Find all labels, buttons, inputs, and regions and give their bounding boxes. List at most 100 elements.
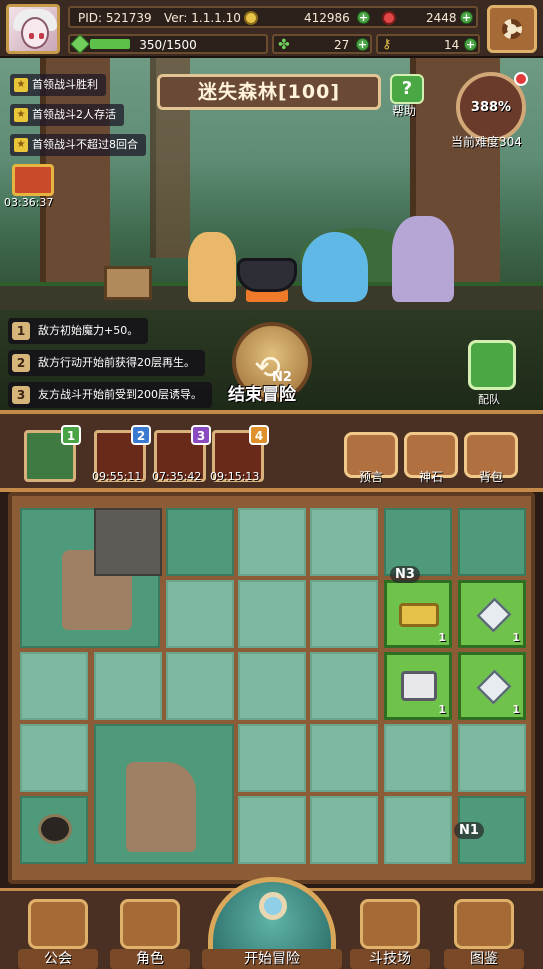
exp-bar: 350/1500 (68, 34, 268, 54)
objective-1: ★ 首领战斗胜利 (10, 74, 106, 96)
star-icon: ★ (14, 138, 28, 152)
cauldron (237, 258, 297, 292)
crystal-icon (476, 597, 512, 633)
grid-cell[interactable] (310, 580, 378, 648)
team-button[interactable] (468, 340, 516, 390)
gem-amount: 2448 (426, 11, 457, 25)
grid-cell-gold-item[interactable]: 1 (384, 580, 452, 648)
grid-cell[interactable] (20, 724, 88, 792)
grid-cell[interactable] (458, 508, 526, 576)
nav-guild-label: 公会 (18, 949, 98, 969)
backpack-label: 背包 (478, 470, 503, 484)
notification-dot (514, 72, 528, 86)
exp-text: 350/1500 (139, 38, 197, 52)
grid-cell[interactable] (238, 580, 306, 648)
slot-timer-4: 09:15:13 (210, 470, 260, 483)
info-strip: PID: 521739 Ver: 1.1.1.10 412986 + 2448 … (68, 6, 478, 28)
grid-cell-well[interactable] (20, 796, 88, 864)
tree-stump (126, 762, 196, 852)
star-icon: ★ (14, 108, 28, 122)
dungeon-toolbar: 1 2 09:55:11 3 07:35:42 4 09:15:13 预言 神石… (0, 410, 543, 492)
hero-bunny-mage (392, 216, 454, 302)
dungeon-slot-1[interactable]: 1 (24, 425, 81, 482)
grid-cell[interactable] (384, 796, 452, 864)
key-icon: ⚷ (382, 37, 392, 52)
grid-cell-gem-item[interactable]: 1 (458, 652, 526, 720)
grid-cell[interactable] (238, 796, 306, 864)
star-icon: ★ (14, 78, 28, 92)
grid-cell[interactable] (310, 724, 378, 792)
grid-cell[interactable] (458, 724, 526, 792)
hero-slime (302, 232, 368, 302)
grid-cell[interactable] (94, 652, 162, 720)
difficulty-percent: 388% (470, 100, 512, 115)
nav-character-button[interactable] (120, 899, 180, 949)
grid-cell[interactable] (384, 724, 452, 792)
slot-badge: 2 (131, 425, 151, 445)
slot-timer-3: 07:35:42 (152, 470, 202, 483)
slot-timer-2: 09:55:11 (92, 470, 142, 483)
top-status-bar: PID: 521739 Ver: 1.1.1.10 412986 + 2448 … (0, 0, 543, 58)
gold-coin-icon (244, 11, 258, 25)
add-gold-button[interactable]: + (357, 11, 370, 24)
grid-cell-gem-item[interactable]: 1 (458, 580, 526, 648)
grid-cell[interactable] (310, 796, 378, 864)
chest-timer: 03:36:37 (4, 196, 54, 209)
add-key-button[interactable]: + (464, 38, 477, 51)
dungeon-grid: 1 1 N3 1 1 N1 (8, 492, 535, 884)
objective-3: ★ 首领战斗不超过8回合 (10, 134, 146, 156)
nav-guild-button[interactable] (28, 899, 88, 949)
crystal-icon (476, 669, 512, 705)
modifier-panel: 1 敌方初始魔力+50。 2 敌方行动开始前获得20层再生。 3 友方战斗开始前… (0, 310, 543, 410)
grid-cell[interactable] (166, 580, 234, 648)
nav-arena-label: 斗技场 (350, 949, 430, 969)
stage-title: 迷失森林[100] (157, 74, 381, 110)
clover-strip: ✤ 27 + (272, 34, 372, 54)
hero-fox-girl (188, 232, 236, 302)
grid-cell[interactable] (20, 652, 88, 720)
nav-codex-label: 图鉴 (444, 949, 524, 969)
slot-badge: 1 (61, 425, 81, 445)
player-id: PID: 521739 (78, 11, 152, 25)
magnifier-icon (259, 892, 287, 920)
treasure-chest-icon[interactable] (12, 164, 54, 196)
help-button[interactable]: ? (390, 74, 424, 104)
prophecy-label: 预言 (358, 470, 383, 484)
nav-arena-button[interactable] (360, 899, 420, 949)
divine-stone-label: 神石 (418, 470, 443, 484)
add-clover-button[interactable]: + (356, 38, 369, 51)
help-label: 帮助 (392, 104, 417, 118)
grid-cell[interactable] (310, 508, 378, 576)
player-avatar[interactable] (6, 4, 60, 54)
grid-cell-stump-large[interactable] (94, 724, 234, 864)
gold-amount: 412986 (304, 11, 350, 25)
gold-bars-icon (399, 603, 439, 627)
gear-icon (502, 19, 522, 39)
slot-badge: 4 (249, 425, 269, 445)
difficulty-label: 当前难度304 (451, 135, 522, 149)
grid-cell-rock[interactable] (94, 508, 162, 576)
modifier-2: 2 敌方行动开始前获得20层再生。 (8, 350, 205, 376)
nav-character-label: 角色 (110, 949, 190, 969)
grid-cell[interactable] (166, 652, 234, 720)
grid-cell-chest-item[interactable]: 1 (384, 652, 452, 720)
grid-cell[interactable] (238, 652, 306, 720)
supply-crate (104, 266, 152, 300)
key-amount: 14 (444, 38, 460, 52)
grid-cell[interactable] (166, 508, 234, 576)
add-gem-button[interactable]: + (460, 11, 473, 24)
nav-codex-button[interactable] (454, 899, 514, 949)
grid-cell[interactable] (310, 652, 378, 720)
grid-cell[interactable] (238, 508, 306, 576)
start-adventure-label: 开始冒险 (202, 949, 342, 969)
tag-n3: N3 (390, 566, 420, 583)
settings-button[interactable] (487, 5, 537, 53)
bottom-nav: 公会 角色 开始冒险 斗技场 图鉴 (0, 877, 543, 969)
grid-cell[interactable] (238, 724, 306, 792)
version-label: Ver: 1.1.1.10 (164, 11, 241, 25)
difficulty-badge[interactable]: 388% (456, 72, 528, 142)
well-icon (38, 814, 72, 844)
end-adventure-label: 结束冒险 (228, 385, 296, 405)
chest-icon (401, 671, 437, 701)
modifier-1: 1 敌方初始魔力+50。 (8, 318, 149, 344)
